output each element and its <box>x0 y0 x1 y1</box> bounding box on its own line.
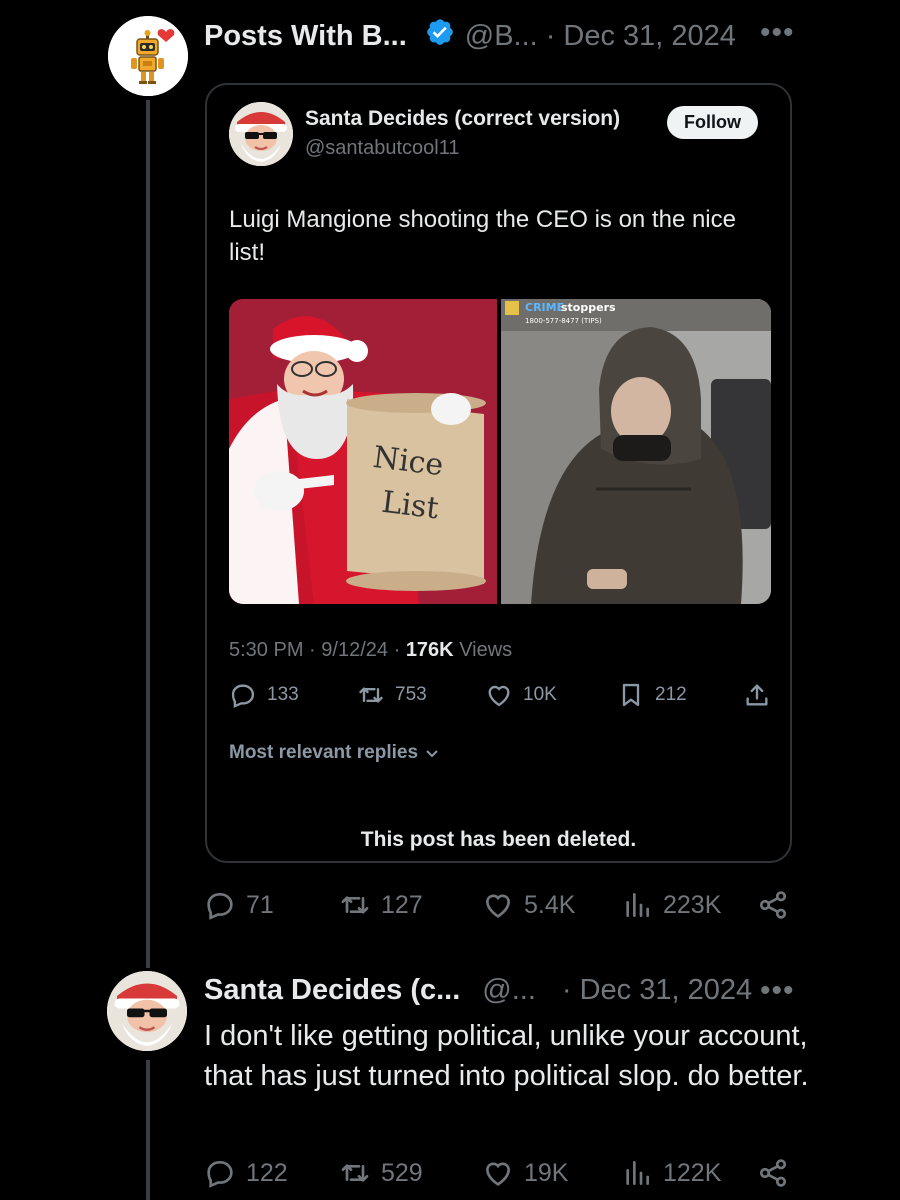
share-icon <box>759 891 787 919</box>
display-name[interactable]: Santa Decides (c... <box>204 974 460 1007</box>
handle[interactable]: @B... <box>465 20 538 53</box>
more-options-icon[interactable]: ••• <box>760 16 795 50</box>
share-icon <box>746 684 768 706</box>
views-label: Views <box>459 639 513 661</box>
chevron-down-icon <box>426 750 438 758</box>
reply-button[interactable]: 71 <box>204 889 274 921</box>
repost-button[interactable]: 529 <box>339 1157 423 1189</box>
deleted-notice: This post has been deleted. <box>360 828 637 851</box>
display-name[interactable]: Posts With B... <box>204 20 407 53</box>
reply-icon <box>207 1161 233 1188</box>
scroll-text-line2: List <box>380 485 441 527</box>
repost-count: 753 <box>395 684 427 705</box>
heart-icon <box>488 685 510 707</box>
repost-icon <box>341 1164 369 1182</box>
crimestoppers-brand-a: CRIME <box>525 301 564 314</box>
views-button[interactable]: 122K <box>621 1157 721 1189</box>
reply-icon <box>231 684 255 708</box>
crimestoppers-brand-b: stoppers <box>561 301 616 314</box>
meta-separator: · <box>393 639 401 661</box>
santa-image[interactable]: Nice List <box>229 299 497 604</box>
bookmark-count: 212 <box>655 684 687 705</box>
views-count: 223K <box>663 890 722 919</box>
post-action-bar: 122 529 19K 122K <box>204 1157 794 1197</box>
reply-count: 133 <box>267 684 299 705</box>
thread-line <box>146 1060 150 1200</box>
share-button[interactable] <box>757 889 789 921</box>
verified-badge-icon <box>425 17 455 55</box>
quote-date[interactable]: 9/12/24 <box>321 639 388 661</box>
post-header: Posts With B... @B... · Dec 31, 2024 <box>204 17 736 55</box>
share-button[interactable] <box>743 681 771 709</box>
views-count: 176K <box>405 639 454 661</box>
repost-count: 127 <box>381 890 423 919</box>
post-action-bar: 71 127 5.4K 223K <box>204 889 794 929</box>
santa-avatar[interactable] <box>229 102 293 166</box>
like-button[interactable]: 10K <box>485 681 557 709</box>
share-button[interactable] <box>757 1157 789 1189</box>
meta-separator: · <box>309 639 316 661</box>
like-count: 5.4K <box>524 890 576 919</box>
crimestoppers-image[interactable]: CRIME stoppers 1800-577-8477 (TIPS) <box>501 299 771 604</box>
separator: · <box>545 19 556 52</box>
quote-text: Luigi Mangione shooting the CEO is on th… <box>229 206 736 266</box>
most-relevant-replies-toggle[interactable]: Most relevant replies <box>229 742 440 764</box>
views-count: 122K <box>663 1158 722 1187</box>
reply-button[interactable]: 133 <box>229 681 299 709</box>
robot-avatar[interactable] <box>108 16 188 96</box>
repost-count: 529 <box>381 1158 423 1187</box>
like-button[interactable]: 5.4K <box>482 889 575 921</box>
repost-icon <box>359 687 383 703</box>
reply-button[interactable]: 122 <box>204 1157 288 1189</box>
like-count: 10K <box>523 684 557 705</box>
more-options-icon[interactable]: ••• <box>760 974 795 1008</box>
reply-count: 122 <box>246 1158 288 1187</box>
like-button[interactable]: 19K <box>482 1157 568 1189</box>
separator: · <box>561 974 572 1006</box>
quote-time[interactable]: 5:30 PM <box>229 639 303 661</box>
repost-button[interactable]: 753 <box>357 681 427 709</box>
like-count: 19K <box>524 1158 569 1187</box>
views-bar-chart-icon <box>626 893 649 917</box>
share-icon <box>759 1159 787 1187</box>
quote-display-name[interactable]: Santa Decides (correct version) <box>305 107 620 131</box>
thread-line <box>146 100 150 968</box>
reply-count: 71 <box>246 890 274 919</box>
quote-handle[interactable]: @santabutcool11 <box>305 137 459 160</box>
repost-icon <box>341 896 369 914</box>
bookmark-icon <box>622 683 640 707</box>
post-text: I don't like getting political, unlike y… <box>204 1020 809 1092</box>
post-date[interactable]: Dec 31, 2024 <box>563 20 736 53</box>
bookmark-button[interactable]: 212 <box>617 681 687 709</box>
handle[interactable]: @... <box>482 974 536 1007</box>
santa-avatar[interactable] <box>107 971 187 1051</box>
views-bar-chart-icon <box>626 1161 649 1185</box>
most-relevant-label: Most relevant replies <box>229 742 419 763</box>
heart-icon <box>485 894 511 918</box>
quote-meta: 5:30 PM · 9/12/24 · 176K Views <box>229 639 512 662</box>
follow-button[interactable]: Follow <box>667 106 758 139</box>
post-date[interactable]: Dec 31, 2024 <box>580 974 753 1007</box>
repost-button[interactable]: 127 <box>339 889 423 921</box>
quoted-post[interactable]: Santa Decides (correct version) @santabu… <box>205 83 792 863</box>
heart-icon <box>485 1162 511 1186</box>
crimestoppers-phone: 1800-577-8477 (TIPS) <box>525 317 602 325</box>
post-header: Santa Decides (c... @... · Dec 31, 2024 <box>204 974 752 1007</box>
reply-icon <box>207 893 233 920</box>
views-button[interactable]: 223K <box>621 889 721 921</box>
quote-action-bar: 133 753 10K 212 <box>229 681 774 711</box>
